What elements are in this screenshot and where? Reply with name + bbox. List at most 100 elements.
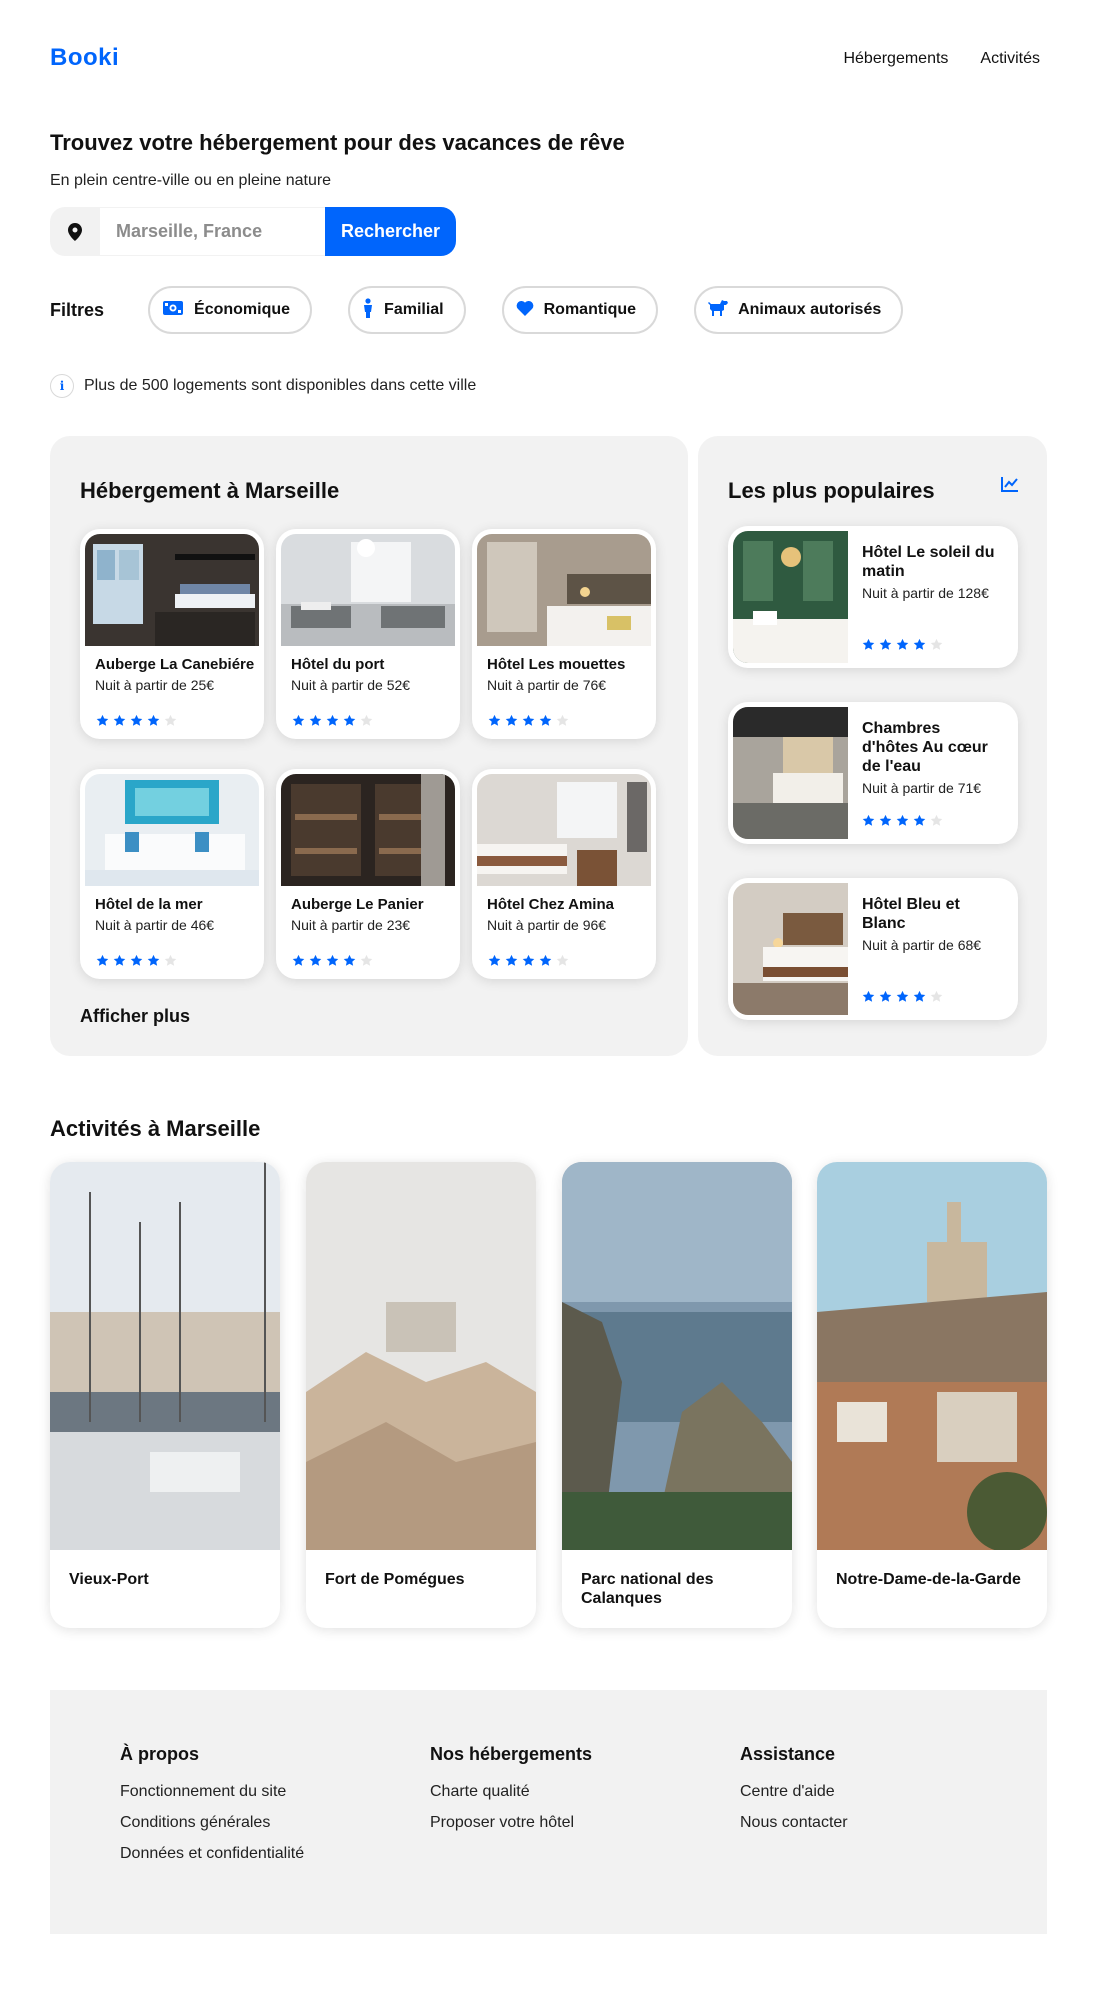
- section-title: Hébergement à Marseille: [80, 478, 340, 503]
- nav-link-hebergements[interactable]: Hébergements: [843, 50, 948, 68]
- star-icon: [539, 714, 552, 726]
- star-icon: [113, 714, 126, 726]
- activity-card[interactable]: Vieux-Port: [50, 1162, 280, 1628]
- activity-photo: [306, 1162, 536, 1550]
- star-icon: [309, 954, 322, 966]
- accommodation-price: Nuit à partir de 46€: [95, 917, 215, 933]
- popular-name: Hôtel Le soleil du matin: [862, 544, 995, 580]
- accommodation-name: Auberge La Canebiére: [95, 656, 255, 673]
- star-icon: [505, 714, 518, 726]
- popular-card[interactable]: Chambres d'hôtes Au cœur de l'eau Nuit à…: [728, 702, 1018, 844]
- accommodation-photo: [281, 534, 455, 646]
- star-icon: [862, 814, 875, 826]
- filter-romantique[interactable]: Romantique: [501, 286, 659, 334]
- activity-card[interactable]: Notre-Dame-de-la-Garde: [817, 1162, 1047, 1628]
- accommodation-card[interactable]: Hôtel du port Nuit à partir de 52€: [276, 529, 460, 739]
- activity-card[interactable]: Parc national des Calanques: [562, 1162, 792, 1628]
- filter-familial[interactable]: Familial: [348, 286, 466, 334]
- page-subtitle: En plein centre-ville ou en pleine natur…: [50, 172, 332, 189]
- popular-price: Nuit à partir de 68€: [862, 937, 982, 953]
- accommodation-name: Hôtel du port: [291, 656, 385, 673]
- star-icon: [96, 954, 109, 966]
- star-icon: [930, 638, 943, 650]
- star-icon: [488, 954, 501, 966]
- star-icon: [326, 954, 339, 966]
- activity-card[interactable]: Fort de Pomégues: [306, 1162, 536, 1628]
- rating-stars: [862, 638, 943, 651]
- filters-bar: Filtres Économique Familial Romantique A…: [50, 286, 939, 334]
- star-icon: [862, 990, 875, 1002]
- page-title: Trouvez votre hébergement pour des vacan…: [50, 130, 625, 155]
- rating-stars: [292, 954, 373, 967]
- footer-link[interactable]: Fonctionnement du site: [120, 1783, 304, 1801]
- accommodation-price: Nuit à partir de 96€: [487, 917, 607, 933]
- star-icon: [96, 714, 109, 726]
- activity-name: Notre-Dame-de-la-Garde: [836, 1571, 1021, 1588]
- location-pin-icon: [50, 207, 100, 256]
- star-icon: [896, 990, 909, 1002]
- activity-photo: [50, 1162, 280, 1550]
- child-icon: [362, 297, 374, 323]
- accommodation-card[interactable]: Hôtel Chez Amina Nuit à partir de 96€: [472, 769, 656, 979]
- search-input[interactable]: [100, 207, 325, 256]
- footer-link[interactable]: Conditions générales: [120, 1814, 304, 1832]
- filter-economique[interactable]: Économique: [148, 286, 313, 334]
- footer-link[interactable]: Proposer votre hôtel: [430, 1814, 592, 1832]
- footer-link[interactable]: Charte qualité: [430, 1783, 592, 1801]
- star-icon: [930, 990, 943, 1002]
- search-button[interactable]: Rechercher: [325, 207, 457, 256]
- accommodation-card[interactable]: Hôtel de la mer Nuit à partir de 46€: [80, 769, 264, 979]
- popular-name: Hôtel Bleu et Blanc: [862, 896, 960, 932]
- footer-heading: Assistance: [740, 1744, 836, 1764]
- accommodation-price: Nuit à partir de 52€: [291, 677, 411, 693]
- popular-card[interactable]: Hôtel Bleu et Blanc Nuit à partir de 68€: [728, 878, 1018, 1020]
- accommodation-card[interactable]: Auberge Le Panier Nuit à partir de 23€: [276, 769, 460, 979]
- star-icon: [505, 954, 518, 966]
- footer-link[interactable]: Nous contacter: [740, 1814, 848, 1832]
- rating-stars: [96, 954, 177, 967]
- accommodation-name: Hôtel Les mouettes: [487, 656, 626, 673]
- star-icon: [292, 714, 305, 726]
- star-icon: [130, 954, 143, 966]
- main-nav: Hébergements Activités: [843, 50, 1040, 68]
- star-icon: [147, 954, 160, 966]
- activity-name: Vieux-Port: [69, 1571, 149, 1588]
- footer-heading: Nos hébergements: [430, 1744, 593, 1764]
- star-icon: [913, 638, 926, 650]
- star-icon: [896, 814, 909, 826]
- star-icon: [164, 714, 177, 726]
- star-icon: [360, 954, 373, 966]
- nav-link-activites[interactable]: Activités: [980, 50, 1040, 68]
- footer-link[interactable]: Données et confidentialité: [120, 1845, 304, 1863]
- star-icon: [309, 714, 322, 726]
- logo[interactable]: Booki: [50, 44, 119, 72]
- footer-link[interactable]: Centre d'aide: [740, 1783, 848, 1801]
- activity-photo: [562, 1162, 792, 1550]
- accommodation-name: Hôtel de la mer: [95, 896, 203, 913]
- show-more-link[interactable]: Afficher plus: [80, 1006, 190, 1027]
- accommodation-card[interactable]: Auberge La Canebiére Nuit à partir de 25…: [80, 529, 264, 739]
- heart-icon: [516, 300, 534, 321]
- star-icon: [879, 814, 892, 826]
- filter-animaux[interactable]: Animaux autorisés: [694, 286, 904, 334]
- star-icon: [147, 714, 160, 726]
- accommodation-name: Hôtel Chez Amina: [487, 896, 614, 913]
- accommodation-name: Auberge Le Panier: [291, 896, 424, 913]
- rating-stars: [862, 990, 943, 1003]
- star-icon: [556, 954, 569, 966]
- accommodation-price: Nuit à partir de 23€: [291, 917, 411, 933]
- popular-card[interactable]: Hôtel Le soleil du matin Nuit à partir d…: [728, 526, 1018, 668]
- star-icon: [522, 954, 535, 966]
- accommodation-photo: [477, 534, 651, 646]
- site-header: Booki Hébergements Activités: [50, 40, 1040, 76]
- section-title: Les plus populaires: [728, 478, 935, 503]
- accommodation-card[interactable]: Hôtel Les mouettes Nuit à partir de 76€: [472, 529, 656, 739]
- site-footer: À propos Fonctionnement du site Conditio…: [50, 1690, 1047, 1934]
- accommodation-photo: [85, 774, 259, 886]
- star-icon: [113, 954, 126, 966]
- popular-price: Nuit à partir de 71€: [862, 780, 982, 796]
- accommodations-section: Hébergement à Marseille Auberge La Caneb…: [50, 436, 688, 1056]
- availability-info: i Plus de 500 logements sont disponibles…: [50, 374, 476, 398]
- popular-photo: [733, 883, 848, 1015]
- star-icon: [130, 714, 143, 726]
